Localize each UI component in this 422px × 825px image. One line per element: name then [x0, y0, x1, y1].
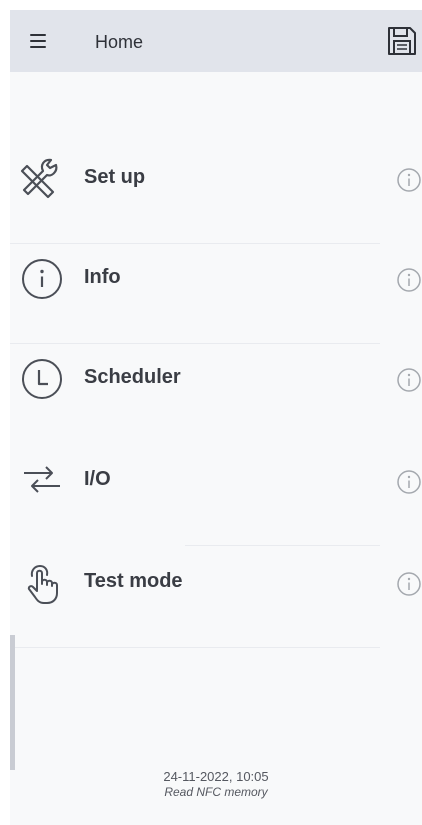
- tools-icon: [20, 158, 58, 199]
- menu-icon-line: [30, 40, 46, 42]
- menu-item-label: Test mode: [84, 570, 183, 592]
- floppy-disk-icon: [388, 27, 416, 55]
- save-button[interactable]: [386, 25, 418, 57]
- divider: [10, 647, 380, 648]
- info-icon[interactable]: [396, 367, 422, 393]
- info-icon[interactable]: [396, 469, 422, 495]
- footer: 24-11-2022, 10:05 Read NFC memory: [10, 769, 422, 800]
- menu-item-test-mode[interactable]: Test mode: [10, 546, 422, 620]
- page-title: Home: [95, 32, 144, 52]
- touch-hand-icon: [27, 564, 58, 604]
- screen: Home Set up Info Scheduler I/O Test mode…: [10, 10, 422, 825]
- menu-icon-line: [30, 46, 46, 48]
- menu-item-scheduler[interactable]: Scheduler: [10, 342, 422, 416]
- scrollbar[interactable]: [10, 635, 15, 770]
- clock-icon: [22, 359, 62, 399]
- menu-item-info[interactable]: Info: [10, 242, 422, 316]
- menu-button[interactable]: [25, 29, 55, 55]
- menu-item-label: Info: [84, 266, 121, 288]
- menu-item-label: I/O: [84, 468, 111, 490]
- app-bar: Home: [10, 10, 422, 72]
- info-circle-icon: [22, 259, 62, 299]
- menu-item-set-up[interactable]: Set up: [10, 142, 422, 216]
- info-icon[interactable]: [396, 571, 422, 597]
- info-icon[interactable]: [396, 167, 422, 193]
- info-icon[interactable]: [396, 267, 422, 293]
- swap-arrows-icon: [24, 466, 60, 493]
- footer-status: Read NFC memory: [164, 785, 268, 799]
- menu-item-label: Scheduler: [84, 366, 181, 388]
- menu-item-label: Set up: [84, 166, 146, 188]
- menu-item-io[interactable]: I/O: [10, 444, 422, 518]
- footer-datetime: 24-11-2022, 10:05: [163, 769, 269, 784]
- menu-icon-line: [30, 34, 46, 36]
